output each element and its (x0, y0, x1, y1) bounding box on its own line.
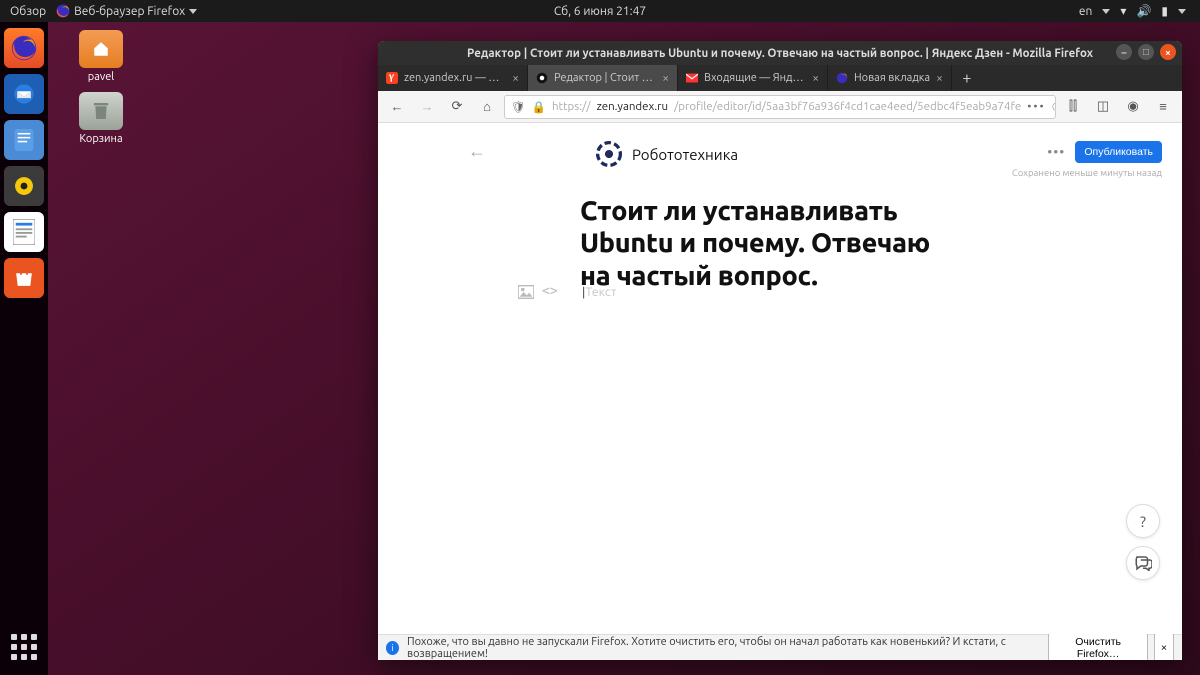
battery-icon: ▮ (1161, 4, 1168, 18)
url-scheme: https:// (552, 100, 591, 113)
refresh-firefox-button[interactable]: Очистить Firefox… (1048, 633, 1148, 661)
body-input[interactable]: |Текст (582, 285, 616, 299)
thunderbird-icon (13, 83, 35, 105)
lock-icon: 🔒 (532, 100, 546, 114)
editor-back-button[interactable]: ← (468, 141, 486, 162)
notification-bar: i Похоже, что вы давно не запускали Fire… (378, 634, 1182, 660)
tab-label: Новая вкладка (854, 72, 930, 84)
tab-label: zen.yandex.ru — Яндекс (404, 72, 506, 84)
volume-icon: 🔊 (1136, 4, 1151, 18)
mail-icon (686, 72, 698, 84)
home-icon (91, 40, 111, 58)
shield-icon: 🛡 (511, 100, 526, 114)
close-tab-icon[interactable]: × (936, 72, 943, 85)
ubuntu-dock (0, 22, 48, 675)
clock[interactable]: Сб, 6 июня 21:47 (554, 5, 646, 18)
home-folder-icon[interactable]: pavel (66, 30, 136, 83)
dock-item-firefox[interactable] (4, 28, 44, 68)
dismiss-notification-button[interactable]: × (1154, 633, 1174, 661)
firefox-icon (11, 35, 37, 61)
yandex-icon (386, 72, 398, 84)
account-button[interactable]: ◉ (1120, 94, 1146, 120)
insert-embed-button[interactable]: <> (542, 284, 558, 299)
wifi-icon: ▾ (1120, 4, 1126, 18)
url-path: /profile/editor/id/5aa3bf76a936f4cd1cae4… (674, 100, 1021, 113)
keyboard-layout-indicator[interactable]: en (1079, 5, 1092, 18)
app-menu[interactable]: Веб-браузер Firefox (56, 4, 197, 18)
trash-label: Корзина (66, 133, 136, 145)
show-applications-button[interactable] (4, 627, 44, 667)
window-titlebar[interactable]: Редактор | Стоит ли устанавливать Ubuntu… (378, 41, 1182, 65)
new-tab-button[interactable]: + (952, 65, 982, 91)
activities-button[interactable]: Обзор (10, 5, 46, 18)
app-menu-label: Веб-браузер Firefox (74, 5, 185, 18)
trash-can-icon (93, 101, 109, 121)
gnome-top-panel: Обзор Веб-браузер Firefox Сб, 6 июня 21:… (0, 0, 1200, 22)
page-content: ← Робототехника ••• Опубликовать Сохране… (378, 123, 1182, 634)
firefox-icon (836, 72, 848, 84)
browser-tab[interactable]: Редактор | Стоит ли уст × (528, 65, 678, 91)
chevron-down-icon (1178, 9, 1186, 14)
forward-button[interactable]: → (414, 94, 440, 120)
notes-icon (14, 129, 34, 151)
home-folder-label: pavel (66, 71, 136, 83)
channel-logo-icon (596, 141, 622, 167)
browser-tab[interactable]: Входящие — Яндекс.По × (678, 65, 828, 91)
shopping-bag-icon (13, 268, 35, 288)
channel-header[interactable]: Робототехника (596, 141, 738, 167)
sidebar-button[interactable]: ◫ (1090, 94, 1116, 120)
tab-label: Входящие — Яндекс.По (704, 72, 806, 84)
save-status: Сохранено меньше минуты назад (1012, 167, 1162, 178)
close-tab-icon[interactable]: × (662, 72, 669, 85)
browser-toolbar: ← → ⟳ ⌂ 🛡 🔒 https:// zen.yandex.ru/profil… (378, 91, 1182, 123)
dock-item-text-editor[interactable] (4, 120, 44, 160)
dock-item-rhythmbox[interactable] (4, 166, 44, 206)
dock-item-libreoffice-writer[interactable] (4, 212, 44, 252)
article-title[interactable]: Стоит ли устанавливать Ubuntu и почему. … (580, 195, 952, 292)
home-button[interactable]: ⌂ (474, 94, 500, 120)
chevron-down-icon (189, 9, 197, 14)
reload-button[interactable]: ⟳ (444, 94, 470, 120)
close-tab-icon[interactable]: × (812, 72, 819, 85)
speaker-icon (13, 175, 35, 197)
chat-button[interactable] (1126, 546, 1160, 580)
page-actions-icon[interactable]: ••• (1027, 100, 1045, 113)
insert-image-button[interactable] (518, 285, 534, 299)
channel-name: Робототехника (632, 146, 738, 163)
firefox-window: Редактор | Стоит ли устанавливать Ubuntu… (378, 41, 1182, 660)
document-icon (13, 219, 35, 245)
tab-strip: zen.yandex.ru — Яндекс × Редактор | Стои… (378, 65, 1182, 91)
url-host: zen.yandex.ru (597, 100, 669, 113)
notification-text: Похоже, что вы давно не запускали Firefo… (407, 636, 1040, 660)
browser-tab[interactable]: zen.yandex.ru — Яндекс × (378, 65, 528, 91)
hamburger-menu-button[interactable]: ≡ (1150, 94, 1176, 120)
dock-item-software[interactable] (4, 258, 44, 298)
trash-icon[interactable]: Корзина (66, 92, 136, 145)
browser-tab[interactable]: Новая вкладка × (828, 65, 952, 91)
help-button[interactable]: ? (1126, 504, 1160, 538)
window-minimize-button[interactable]: – (1116, 44, 1132, 60)
window-maximize-button[interactable]: □ (1138, 44, 1154, 60)
firefox-icon (56, 4, 70, 18)
info-icon: i (386, 641, 399, 655)
zen-icon (536, 72, 548, 84)
editor-side-tools: <> (518, 284, 558, 299)
back-button[interactable]: ← (384, 94, 410, 120)
close-tab-icon[interactable]: × (512, 72, 519, 85)
more-options-button[interactable]: ••• (1047, 144, 1065, 160)
dock-item-thunderbird[interactable] (4, 74, 44, 114)
reader-mode-icon[interactable]: ☉ (1052, 100, 1056, 114)
system-tray[interactable]: en ▾ 🔊 ▮ (1079, 4, 1200, 18)
chat-icon (1134, 555, 1152, 571)
url-bar[interactable]: 🛡 🔒 https:// zen.yandex.ru/profile/editor… (504, 95, 1056, 119)
publish-button[interactable]: Опубликовать (1075, 141, 1162, 163)
chevron-down-icon (1102, 9, 1110, 14)
window-close-button[interactable]: × (1160, 44, 1176, 60)
tab-label: Редактор | Стоит ли уст (554, 72, 656, 84)
window-title: Редактор | Стоит ли устанавливать Ubuntu… (467, 47, 1093, 60)
library-button[interactable]: ⫿⫿ (1060, 94, 1086, 120)
